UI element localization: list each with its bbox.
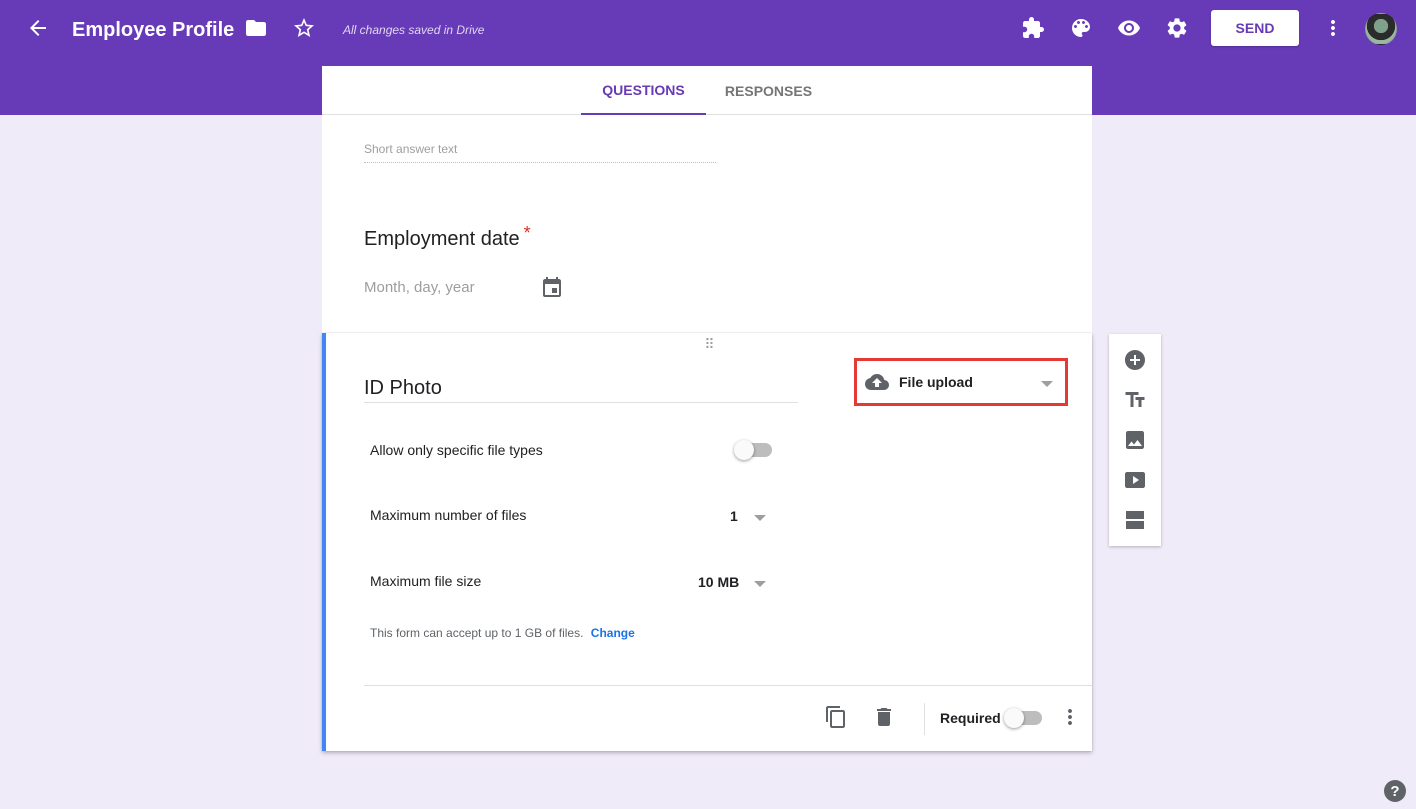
short-answer-placeholder: Short answer text (364, 142, 716, 163)
palette-icon[interactable] (1065, 12, 1097, 44)
footer-divider (364, 685, 1092, 686)
max-files-select[interactable]: 1 (730, 508, 738, 524)
max-files-label: Maximum number of files (370, 507, 527, 523)
question-type-dropdown[interactable]: File upload (854, 358, 1068, 406)
more-vert-icon[interactable] (1058, 705, 1082, 729)
tab-responses[interactable]: RESPONSES (706, 66, 831, 115)
tabs-bar: QUESTIONS RESPONSES (322, 66, 1092, 115)
chevron-down-icon (1041, 381, 1053, 387)
upload-limit-note: This form can accept up to 1 GB of files… (370, 626, 635, 640)
side-toolbar (1109, 334, 1161, 546)
more-vert-icon[interactable] (1317, 12, 1349, 44)
change-limit-link[interactable]: Change (591, 626, 635, 640)
section-icon[interactable] (1123, 508, 1147, 532)
footer-separator (924, 703, 925, 735)
form-title[interactable]: Employee Profile (72, 16, 234, 44)
duplicate-icon[interactable] (824, 705, 848, 729)
question-title-input[interactable]: ID Photo (364, 373, 798, 403)
allow-file-types-label: Allow only specific file types (370, 442, 543, 458)
image-icon[interactable] (1123, 428, 1147, 452)
required-asterisk: * (523, 223, 531, 243)
date-question-title[interactable]: Employment date * (364, 223, 531, 251)
date-question-label: Employment date (364, 228, 520, 250)
active-question-card[interactable]: ⠿ ID Photo File upload Allow only specif… (322, 333, 1092, 751)
allow-file-types-toggle[interactable] (734, 440, 774, 460)
calendar-icon (540, 276, 564, 300)
required-label: Required (940, 710, 1001, 726)
chevron-down-icon[interactable] (754, 515, 766, 521)
drag-handle-icon[interactable]: ⠿ (700, 337, 720, 351)
video-icon[interactable] (1123, 468, 1147, 492)
avatar[interactable] (1365, 13, 1397, 45)
toggle-thumb (1004, 708, 1024, 728)
toggle-thumb (734, 440, 754, 460)
tab-questions[interactable]: QUESTIONS (581, 66, 706, 115)
folder-icon[interactable] (240, 12, 272, 44)
trash-icon[interactable] (872, 705, 896, 729)
star-icon[interactable] (288, 12, 320, 44)
title-text-icon[interactable] (1123, 388, 1147, 412)
back-arrow-icon[interactable] (22, 12, 54, 44)
send-button[interactable]: SEND (1211, 10, 1299, 46)
max-file-size-label: Maximum file size (370, 573, 482, 589)
eye-icon[interactable] (1113, 12, 1145, 44)
puzzle-icon[interactable] (1017, 12, 1049, 44)
save-status: All changes saved in Drive (343, 23, 485, 37)
chevron-down-icon[interactable] (754, 581, 766, 587)
previous-questions-card: Short answer text Employment date * Month… (322, 115, 1092, 333)
question-type-label: File upload (899, 374, 973, 390)
add-question-icon[interactable] (1123, 348, 1147, 372)
gear-icon[interactable] (1161, 12, 1193, 44)
date-placeholder: Month, day, year (364, 279, 475, 296)
upload-limit-text: This form can accept up to 1 GB of files… (370, 626, 584, 640)
help-icon[interactable]: ? (1384, 780, 1406, 802)
max-file-size-select[interactable]: 10 MB (698, 574, 739, 590)
required-toggle[interactable] (1004, 708, 1044, 728)
cloud-upload-icon (865, 370, 889, 394)
